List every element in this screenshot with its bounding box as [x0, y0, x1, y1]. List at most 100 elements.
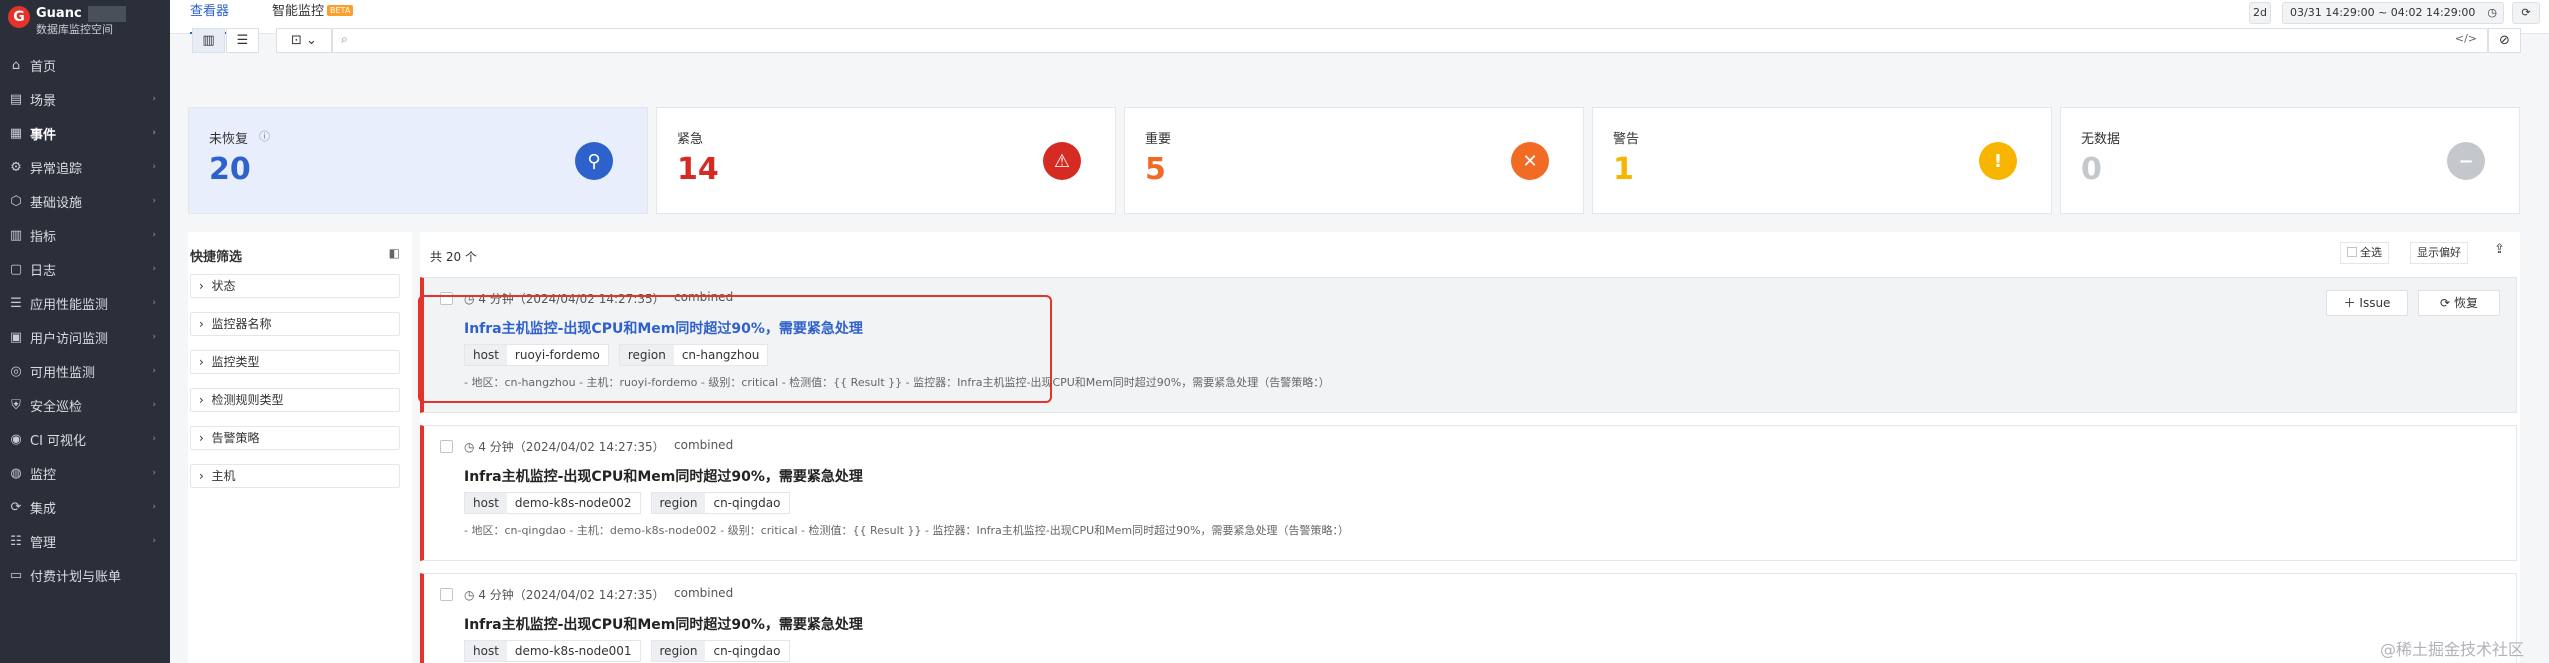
event-title[interactable]: Infra主机监控-出现CPU和Mem同时超过90%，需要紧急处理	[464, 466, 863, 486]
sidebar-item-label: 安全巡检	[30, 399, 83, 415]
stat-card-4[interactable]: 无数据 0 −	[2060, 107, 2520, 214]
sidebar-item-label: 管理	[30, 535, 57, 551]
event-checkbox[interactable]	[440, 588, 453, 601]
sidebar-item-label: 可用性监测	[30, 365, 96, 381]
stat-card-1[interactable]: 紧急 14 ⚠	[656, 107, 1116, 214]
stat-card-2[interactable]: 重要 5 ✕	[1124, 107, 1584, 214]
search-input[interactable]: ⌕ </>	[332, 28, 2488, 53]
select-all-button[interactable]: 全选	[2340, 242, 2389, 264]
display-preference-button[interactable]: 显示偏好	[2410, 242, 2468, 264]
home-icon: ⌂	[11, 57, 21, 73]
stat-label: 警告	[1613, 132, 1640, 147]
chevron-right-icon: ›	[199, 279, 204, 293]
chart-view-button[interactable]: ▥	[192, 28, 225, 53]
scene-icon: ▤	[9, 91, 23, 107]
event-card[interactable]: ◷ 4 分钟（2024/04/02 14:27:35） combined Infra…	[420, 277, 2517, 413]
sidebar-item-14[interactable]: ☷ 管理 ›	[0, 524, 170, 558]
time-range-short[interactable]: 2d	[2249, 2, 2271, 24]
sidebar-item-label: 用户访问监测	[30, 331, 109, 347]
stat-card-3[interactable]: 警告 1!	[1592, 107, 2052, 214]
chevron-right-icon: ›	[152, 196, 156, 206]
code-icon[interactable]: </>	[2455, 32, 2477, 45]
tag-region[interactable]: region cn-qingdao	[650, 492, 790, 514]
sidebar-item-8[interactable]: ▣ 用户访问监测 ›	[0, 320, 170, 354]
rum-icon: ▣	[9, 329, 23, 345]
clock-icon: ◷	[2487, 6, 2497, 19]
chevron-right-icon: ›	[152, 400, 156, 410]
sidebar-item-2[interactable]: ▦ 事件 ›	[0, 116, 170, 150]
help-icon[interactable]: ⓘ	[259, 128, 270, 144]
clock-icon: ◷	[464, 292, 475, 306]
wrench-icon: ⚲	[575, 142, 613, 180]
list-view-button[interactable]: ☰	[226, 28, 259, 53]
sidebar-item-3[interactable]: ⚙ 异常追踪 ›	[0, 150, 170, 184]
event-checkbox[interactable]	[440, 440, 453, 453]
filter-group-3[interactable]: › 检测规则类型	[190, 388, 400, 412]
time-range-picker[interactable]: 03/31 14:29:00 ~ 04:02 14:29:00 ◷	[2282, 2, 2504, 24]
tag-region[interactable]: region cn-hangzhou	[618, 344, 769, 366]
sidebar-item-1[interactable]: ▤ 场景 ›	[0, 82, 170, 116]
chevron-right-icon: ›	[199, 355, 204, 369]
clock-icon: ◷	[464, 588, 475, 602]
tag-host[interactable]: host demo-k8s-node001	[464, 640, 641, 662]
collapse-panel-icon[interactable]: ◧	[389, 246, 400, 260]
stat-card-0[interactable]: 未恢复 ⓘ 20 ⚲	[188, 107, 648, 214]
clear-filter-button[interactable]: ⊘	[2488, 28, 2521, 53]
sidebar-item-5[interactable]: ▥ 指标 ›	[0, 218, 170, 252]
quick-filter-panel: 快捷筛选 ◧ › 状态 › 监控器名称 › 监控类型 › 检测规则类型 › 告警策略 › …	[188, 232, 412, 663]
tag-host[interactable]: host ruoyi-fordemo	[464, 344, 609, 366]
stat-label: 无数据	[2081, 132, 2121, 147]
refresh-button[interactable]: ⟳	[2512, 2, 2540, 24]
stat-label: 紧急	[677, 132, 704, 147]
add-issue-button[interactable]: ＋ Issue	[2326, 290, 2408, 316]
sidebar-item-13[interactable]: ⟳ 集成 ›	[0, 490, 170, 524]
tag-region[interactable]: region cn-qingdao	[650, 640, 790, 662]
tag-host[interactable]: host demo-k8s-node002	[464, 492, 641, 514]
event-title[interactable]: Infra主机监控-出现CPU和Mem同时超过90%，需要紧急处理	[464, 614, 863, 634]
chevron-right-icon: ›	[152, 332, 156, 342]
sidebar-item-0[interactable]: ⌂ 首页	[0, 48, 170, 82]
bar-chart-icon: ▥	[202, 33, 215, 48]
filter-group-0[interactable]: › 状态	[190, 274, 400, 298]
sidebar-item-12[interactable]: ◍ 监控 ›	[0, 456, 170, 490]
sidebar-item-10[interactable]: ⛨ 安全巡检 ›	[0, 388, 170, 422]
select-all-checkbox[interactable]	[2347, 247, 2357, 257]
chevron-right-icon: ›	[199, 393, 204, 407]
filter-group-5[interactable]: › 主机	[190, 464, 400, 488]
workspace-name: 数据库监控空间	[36, 23, 113, 36]
stat-value: 1	[1613, 152, 1634, 187]
sidebar-item-label: CI 可视化	[30, 433, 87, 449]
event-title[interactable]: Infra主机监控-出现CPU和Mem同时超过90%，需要紧急处理	[464, 318, 863, 338]
chevron-right-icon: ›	[152, 536, 156, 546]
monitor-icon: ◍	[10, 465, 22, 481]
recover-button[interactable]: ⟳ 恢复	[2418, 290, 2500, 316]
integration-icon: ⟳	[10, 499, 22, 515]
export-icon[interactable]: ⇪	[2494, 242, 2505, 257]
stat-value: 5	[1145, 152, 1166, 187]
chevron-right-icon: ›	[152, 230, 156, 240]
sidebar-item-label: 事件	[30, 127, 57, 143]
sidebar-item-15[interactable]: ▭ 付费计划与账单	[0, 558, 170, 592]
availability-icon: ◎	[10, 363, 22, 379]
event-checkbox[interactable]	[440, 292, 453, 305]
event-icon: ▦	[9, 125, 23, 141]
filter-group-4[interactable]: › 告警策略	[190, 426, 400, 450]
brand[interactable]: G Guanc 数据库监控空间	[0, 0, 170, 48]
sidebar-item-6[interactable]: ▢ 日志 ›	[0, 252, 170, 286]
event-card[interactable]: ◷ 4 分钟（2024/04/02 14:27:35） combined Infra…	[420, 573, 2517, 663]
event-description: - 地区：cn-hangzhou - 主机：ruoyi-fordemo - 级别…	[464, 376, 1330, 389]
infra-icon: ⬡	[10, 193, 22, 209]
sidebar-item-11[interactable]: ◉ CI 可视化 ›	[0, 422, 170, 456]
event-time: 4 分钟（2024/04/02 14:27:35）	[478, 292, 665, 306]
sidebar-item-7[interactable]: ☰ 应用性能监测 ›	[0, 286, 170, 320]
filter-group-2[interactable]: › 监控类型	[190, 350, 400, 374]
chevron-right-icon: ›	[152, 366, 156, 376]
filter-group-1[interactable]: › 监控器名称	[190, 312, 400, 336]
filter-mode-dropdown[interactable]: ⊡ ⌄	[276, 28, 332, 53]
sidebar-item-label: 应用性能监测	[30, 297, 109, 313]
sidebar-item-label: 指标	[30, 229, 57, 245]
event-card[interactable]: ◷ 4 分钟（2024/04/02 14:27:35） combined Infra…	[420, 425, 2517, 561]
sidebar-item-9[interactable]: ◎ 可用性监测 ›	[0, 354, 170, 388]
ci-icon: ◉	[10, 431, 22, 447]
sidebar-item-4[interactable]: ⬡ 基础设施 ›	[0, 184, 170, 218]
